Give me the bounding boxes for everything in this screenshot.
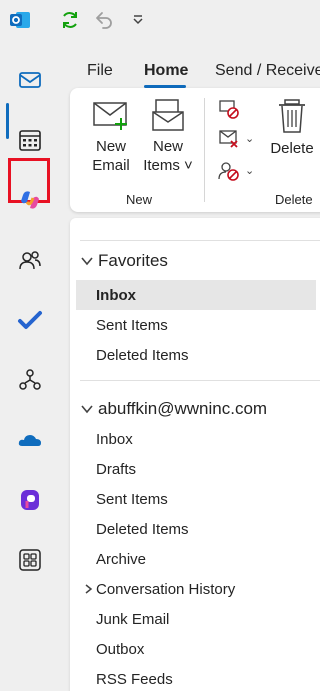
group-label-delete: Delete [275, 192, 313, 207]
folder-conversation-history[interactable]: Conversation History [76, 574, 316, 604]
title-bar [0, 0, 317, 40]
sync-icon[interactable] [59, 9, 81, 31]
favorite-sent-items[interactable]: Sent Items [76, 310, 316, 340]
folder-label: Sent Items [96, 490, 168, 508]
folder-label: Junk Email [96, 610, 170, 628]
account-label: abuffkin@wwninc.com [98, 399, 268, 418]
account-header[interactable]: abuffkin@wwninc.com [80, 394, 267, 424]
favorites-label: Favorites [98, 251, 168, 270]
delete-button[interactable]: Delete [266, 98, 318, 158]
folder-label: Deleted Items [96, 520, 189, 538]
loop-icon [21, 490, 39, 510]
favorite-deleted-items[interactable]: Deleted Items [76, 340, 316, 370]
folder-deleted-items[interactable]: Deleted Items [76, 514, 316, 544]
undo-icon[interactable] [93, 9, 115, 31]
folder-drafts[interactable]: Drafts [76, 454, 316, 484]
folder-label: RSS Feeds [96, 670, 173, 688]
new-email-label-line1: New [95, 138, 126, 155]
folder-inbox[interactable]: Inbox [76, 424, 316, 454]
folder-archive[interactable]: Archive [76, 544, 316, 574]
new-email-icon [93, 102, 127, 130]
calendar-icon [19, 130, 41, 151]
junk-icon[interactable] [218, 160, 240, 182]
mail-icon [19, 72, 41, 88]
folder-label: Outbox [96, 640, 145, 658]
clean-up-icon[interactable] [218, 128, 240, 150]
divider [80, 380, 320, 381]
folder-pane: Favorites Inbox Sent Items Deleted Items… [70, 218, 320, 691]
todo-button[interactable] [10, 300, 50, 340]
folder-label: Sent Items [96, 316, 168, 334]
folder-junk-email[interactable]: Junk Email [76, 604, 316, 634]
ignore-icon[interactable] [218, 98, 240, 120]
chevron-down-icon [81, 405, 93, 414]
group-label-new: New [126, 192, 153, 207]
group-separator [204, 98, 205, 202]
new-items-label-line1: New [152, 138, 183, 155]
todo-icon [18, 311, 42, 329]
onedrive-icon [18, 435, 41, 446]
folder-rss-feeds[interactable]: RSS Feeds [76, 664, 316, 691]
tab-file[interactable]: File [87, 62, 113, 80]
tab-send-receive[interactable]: Send / Receive [215, 62, 320, 80]
customize-toolbar-icon[interactable] [131, 11, 145, 27]
folder-label: Deleted Items [96, 346, 189, 364]
folder-label: Inbox [96, 430, 133, 448]
active-indicator [6, 103, 9, 139]
divider [80, 240, 320, 241]
new-items-icon [152, 99, 184, 131]
chevron-down-icon [81, 257, 93, 266]
folder-label: Conversation History [96, 580, 236, 598]
people-icon [19, 251, 41, 270]
new-email-button[interactable]: New Email [84, 98, 138, 175]
mail-button[interactable] [10, 60, 50, 100]
delete-label: Delete [270, 140, 314, 157]
tab-home[interactable]: Home [144, 62, 188, 80]
clean-up-dropdown-icon[interactable]: ⌄ [245, 132, 254, 145]
new-items-label-line2: Items ˅ [143, 157, 193, 174]
ribbon-tabs: File Home Send / Receive [60, 52, 320, 88]
favorites-header[interactable]: Favorites [80, 246, 168, 276]
people-button[interactable] [10, 240, 50, 280]
new-email-label-line2: Email [92, 157, 130, 174]
chevron-right-icon[interactable] [82, 583, 94, 595]
folder-label: Archive [96, 550, 147, 568]
new-items-button[interactable]: New Items ˅ [140, 98, 196, 175]
copilot-button[interactable] [10, 180, 50, 220]
folder-label: Drafts [96, 460, 137, 478]
app-navigation-rail [0, 40, 60, 691]
loop-button[interactable] [10, 480, 50, 520]
apps-icon [19, 549, 41, 571]
folder-sent-items[interactable]: Sent Items [76, 484, 316, 514]
org-explorer-button[interactable] [10, 360, 50, 400]
junk-dropdown-icon[interactable]: ⌄ [245, 164, 254, 177]
calendar-button[interactable] [10, 120, 50, 160]
trash-icon [279, 99, 305, 133]
ribbon-panel: New Email New Items ˅ New ⌄ ⌄ Delete Del… [70, 88, 320, 212]
org-explorer-icon [19, 369, 41, 390]
outlook-logo-icon[interactable] [9, 9, 31, 31]
apps-button[interactable] [10, 540, 50, 580]
onedrive-button[interactable] [10, 420, 50, 460]
folder-label: Inbox [96, 286, 136, 304]
copilot-icon [21, 191, 39, 209]
favorite-inbox[interactable]: Inbox [76, 280, 316, 310]
folder-outbox[interactable]: Outbox [76, 634, 316, 664]
